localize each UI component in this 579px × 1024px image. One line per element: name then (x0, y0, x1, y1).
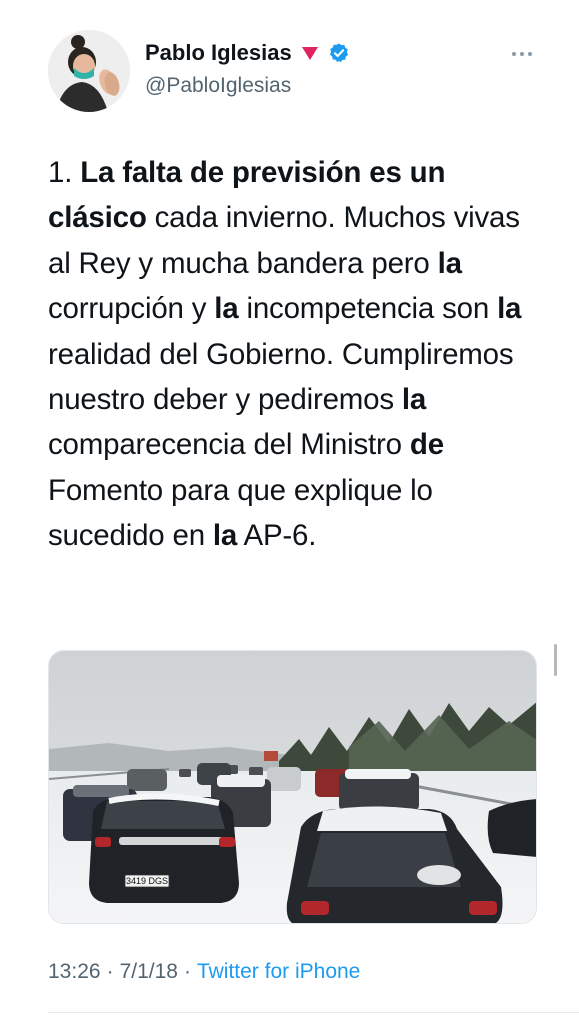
author-display-name[interactable]: Pablo Iglesias (145, 40, 292, 66)
tweet-text-segment: corrupción y (48, 292, 215, 326)
tweet-text-bold-segment: la (212, 519, 238, 553)
tweet-text-segment: comparecencia del Ministro (48, 428, 410, 462)
author-name-row: Pablo Iglesias (145, 40, 350, 66)
tweet-text-segment: realidad del Gobierno. Cumpliremos nuest… (48, 337, 514, 417)
tweet-text-segment: incompetencia son (238, 292, 498, 326)
tweet-date[interactable]: 7/1/18 (120, 960, 178, 984)
scrollbar[interactable] (554, 644, 557, 676)
tweet-text-bold-segment: de (409, 428, 444, 462)
tweet-text-bold-segment: la (401, 383, 427, 417)
tweet-header: Pablo Iglesias @PabloIglesias (0, 0, 579, 130)
tweet-text-segment: 1. (48, 156, 81, 189)
tweet-source-link[interactable]: Twitter for iPhone (197, 960, 360, 984)
tweet-text-bold-segment: la (214, 292, 239, 326)
tweet-text-bold-segment: la (437, 246, 462, 280)
avatar[interactable] (48, 30, 130, 112)
meta-separator: · (183, 960, 191, 983)
tweet-text-segment: AP-6. (237, 519, 317, 553)
tweet-text-bold-segment: la (497, 292, 522, 326)
tweet-time[interactable]: 13:26 (48, 960, 101, 984)
tweet-metadata: 13:26 · 7/1/18 · Twitter for iPhone (48, 960, 360, 984)
red-triangle-flag-icon (300, 45, 320, 61)
author-handle[interactable]: @PabloIglesias (145, 74, 291, 98)
meta-separator: · (106, 960, 114, 983)
tweet-media-photo[interactable]: 3419 DGS (48, 650, 537, 924)
tweet-text: 1. La falta de previsión es un clásico c… (48, 150, 548, 559)
verified-badge-icon (328, 42, 350, 64)
license-plate-text: 3419 DGS (126, 876, 168, 886)
divider (48, 1012, 579, 1013)
more-options-icon[interactable] (510, 44, 534, 64)
